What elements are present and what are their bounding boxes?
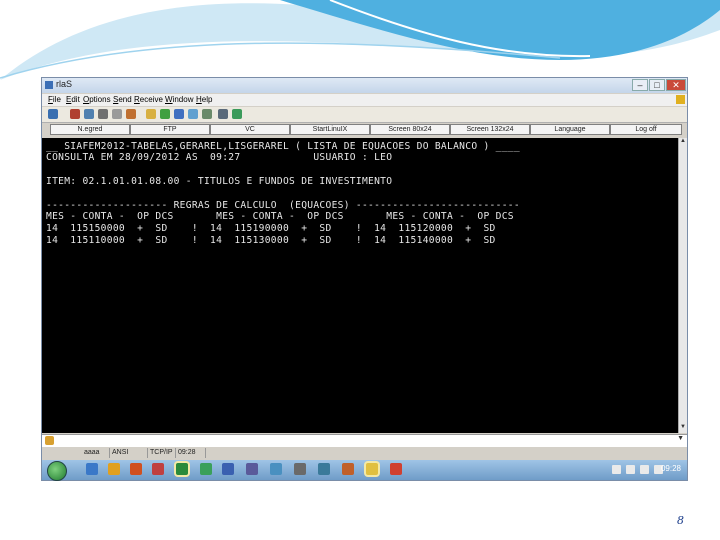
app-icon [45, 81, 53, 89]
terminal-task-icon[interactable] [176, 463, 188, 475]
screen-132x24-button[interactable]: Screen 132x24 [450, 124, 530, 135]
word-icon[interactable] [222, 463, 234, 475]
protocol-status: TCP/IP [148, 448, 176, 458]
scroll-down-arrow-icon[interactable]: ▼ [679, 424, 687, 433]
terminal-data-row: 14 115150000 + SD ! 14 115190000 + SD ! … [46, 223, 496, 234]
menu-bar: File Edit Options Send Receive Window He… [42, 94, 687, 106]
paste-icon[interactable] [126, 109, 136, 119]
ftp-button[interactable]: FTP [130, 124, 210, 135]
folder-task-icon[interactable] [366, 463, 378, 475]
command-dropdown-icon[interactable]: ▼ [677, 435, 684, 442]
start-button-icon[interactable] [47, 461, 67, 481]
vc-button[interactable]: VC [210, 124, 290, 135]
print-icon[interactable] [98, 109, 108, 119]
ie-browser-icon[interactable] [86, 463, 98, 475]
status-bar: aaaa ANSI TCP/IP 09:28 [42, 447, 687, 459]
menu-options[interactable]: Options [83, 95, 111, 104]
network-icon[interactable] [318, 463, 330, 475]
terminal-query-line: CONSULTA EM 28/09/2012 AS 09:27 USUARIO … [46, 152, 393, 163]
menu-edit[interactable]: Edit [66, 95, 80, 104]
logoff-button[interactable]: Log off [610, 124, 682, 135]
slide-page-number: 8 [677, 514, 684, 527]
receive-file-icon[interactable] [174, 109, 184, 119]
new-session-icon[interactable] [84, 109, 94, 119]
chrome-icon[interactable] [108, 463, 120, 475]
settings-icon[interactable] [218, 109, 228, 119]
sign-icon[interactable] [676, 95, 685, 104]
terminal-item-line: ITEM: 02.1.01.01.08.00 - TITULOS E FUNDO… [46, 176, 393, 187]
vertical-scrollbar[interactable]: ▲ ▼ [678, 138, 687, 433]
menu-file[interactable]: File [48, 95, 61, 104]
session-status: aaaa [82, 448, 110, 458]
menu-send[interactable]: Send [113, 95, 132, 104]
encoding-status: ANSI [110, 448, 148, 458]
minimize-button[interactable]: – [632, 79, 648, 91]
keyboard-icon[interactable] [188, 109, 198, 119]
taskbar: 09:28 [42, 460, 687, 481]
folder-icon[interactable] [146, 109, 156, 119]
excel-icon[interactable] [200, 463, 212, 475]
toolbar [42, 107, 687, 123]
powerpoint-icon[interactable] [390, 463, 402, 475]
terminal-screen[interactable]: __ SIAFEM2012-TABELAS,GERAREL,LISGERAREL… [42, 138, 678, 433]
menu-help[interactable]: Help [196, 95, 212, 104]
screen-80x24-button[interactable]: Screen 80x24 [370, 124, 450, 135]
fkey-button[interactable]: N.egred [50, 124, 130, 135]
terminal-emulator-window: rlaS – □ ✕ File Edit Options Send Receiv… [41, 77, 688, 481]
firefox-icon[interactable] [130, 463, 142, 475]
function-key-bar: N.egred FTP VC StartLinuIX Screen 80x24 … [42, 123, 687, 136]
terminal-data-row: 14 115110000 + SD ! 14 115130000 + SD ! … [46, 235, 496, 246]
media-icon[interactable] [152, 463, 164, 475]
command-input-bar[interactable]: ▼ [42, 434, 687, 447]
tray-network-icon[interactable] [640, 465, 649, 474]
language-button[interactable]: Language [530, 124, 610, 135]
menu-window[interactable]: Window [165, 95, 193, 104]
close-button[interactable]: ✕ [666, 79, 686, 91]
explorer-icon[interactable] [270, 463, 282, 475]
copy-icon[interactable] [112, 109, 122, 119]
macro-icon[interactable] [202, 109, 212, 119]
tray-arrow-icon[interactable] [612, 465, 621, 474]
tray-flag-icon[interactable] [626, 465, 635, 474]
terminal-column-headers: MES - CONTA - OP DCS MES - CONTA - OP DC… [46, 211, 514, 222]
window-titlebar[interactable]: rlaS – □ ✕ [42, 78, 687, 93]
terminal-rules-header: -------------------- REGRAS DE CALCULO (… [46, 200, 520, 211]
app-task-icon[interactable] [246, 463, 258, 475]
send-file-icon[interactable] [160, 109, 170, 119]
window-title: rlaS [56, 79, 73, 89]
taskbar-clock[interactable]: 09:28 [661, 464, 681, 473]
maximize-button[interactable]: □ [649, 79, 665, 91]
connect-icon[interactable] [48, 109, 58, 119]
terminal-header-line: __ SIAFEM2012-TABELAS,GERAREL,LISGERAREL… [46, 141, 520, 152]
session-icon[interactable] [232, 109, 242, 119]
menu-receive[interactable]: Receive [134, 95, 163, 104]
command-icon [45, 436, 54, 445]
scroll-up-arrow-icon[interactable]: ▲ [679, 138, 687, 147]
start-linux-button[interactable]: StartLinuIX [290, 124, 370, 135]
time-status: 09:28 [176, 448, 206, 458]
disconnect-icon[interactable] [70, 109, 80, 119]
outlook-icon[interactable] [342, 463, 354, 475]
tool-icon[interactable] [294, 463, 306, 475]
